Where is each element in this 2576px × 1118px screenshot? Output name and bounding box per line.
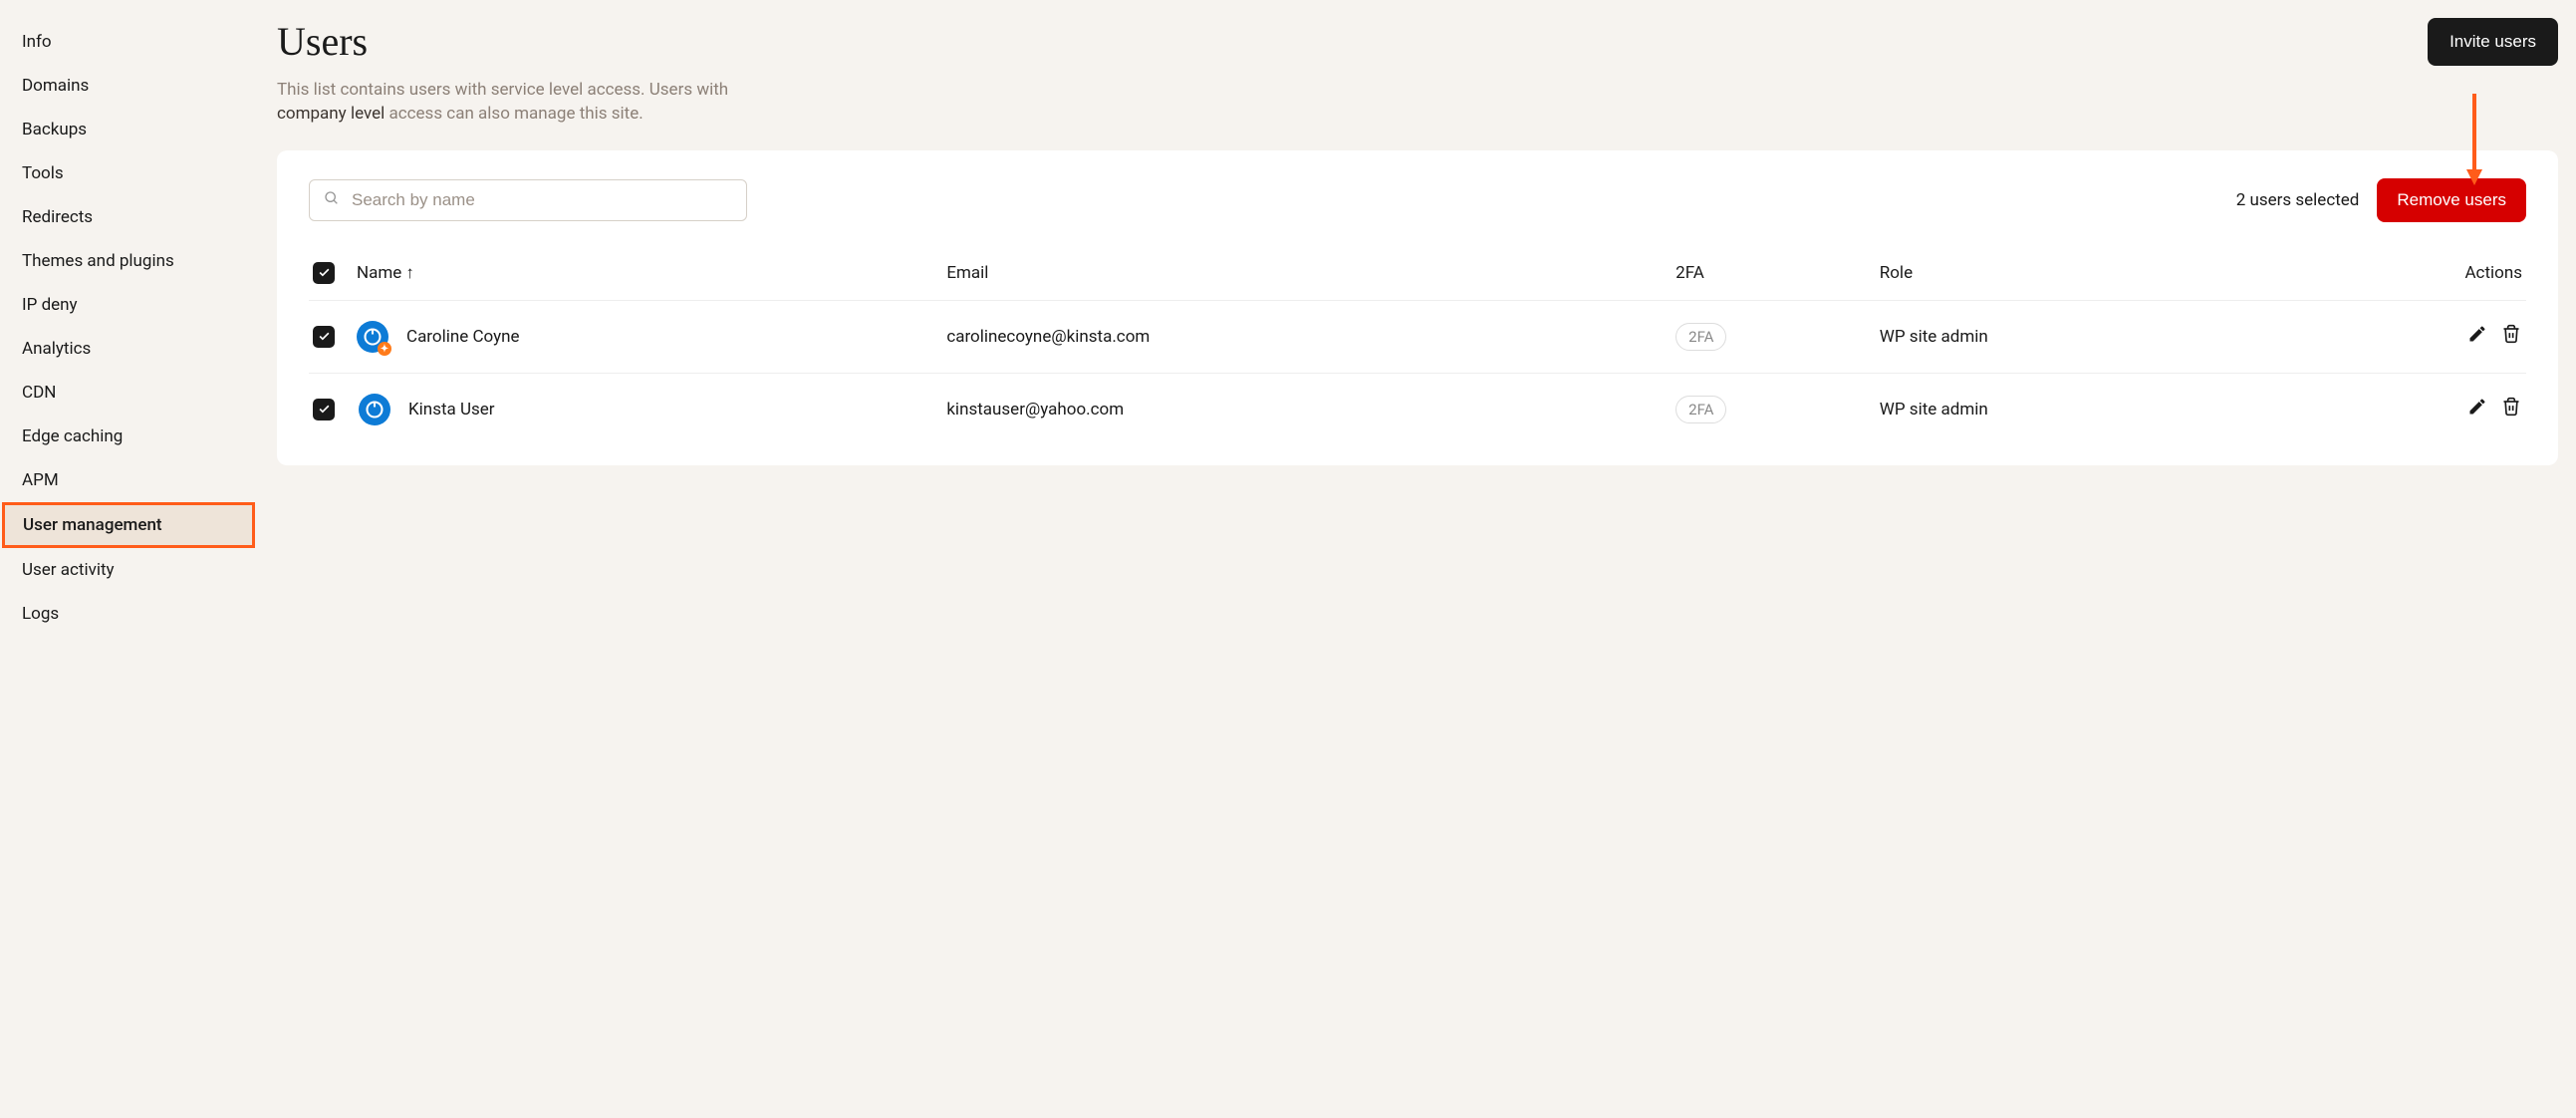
user-name: Caroline Coyne [406,327,520,347]
search-input[interactable] [352,190,732,210]
sort-ascending-icon: ↑ [405,263,414,283]
remove-users-button[interactable]: Remove users [2377,178,2526,222]
sidebar-item-analytics[interactable]: Analytics [0,327,259,371]
sidebar-item-domains[interactable]: Domains [0,64,259,108]
user-role: WP site admin [1876,374,2278,446]
table-row: ✦ Caroline Coyne carolinecoyne@kinsta.co… [309,301,2526,374]
trash-icon [2501,324,2521,349]
sidebar-item-themes-plugins[interactable]: Themes and plugins [0,239,259,283]
sidebar-item-redirects[interactable]: Redirects [0,195,259,239]
search-icon [324,190,352,210]
avatar: ✦ [357,321,388,353]
user-name: Kinsta User [408,400,495,419]
sidebar-item-edge-caching[interactable]: Edge caching [0,415,259,458]
sidebar-item-ip-deny[interactable]: IP deny [0,283,259,327]
column-header-email[interactable]: Email [942,248,1672,301]
delete-button[interactable] [2500,398,2522,419]
row-checkbox[interactable] [313,326,335,348]
sidebar-item-apm[interactable]: APM [0,458,259,502]
sidebar: Info Domains Backups Tools Redirects The… [0,0,259,1118]
selected-count: 2 users selected [2236,190,2360,210]
users-card: 2 users selected Remove users Name↑ Emai… [277,150,2558,466]
pencil-icon [2467,324,2487,349]
user-email: kinstauser@yahoo.com [942,374,1672,446]
twofa-badge: 2FA [1675,396,1726,423]
user-role: WP site admin [1876,301,2278,374]
select-all-checkbox[interactable] [313,262,335,284]
sidebar-item-tools[interactable]: Tools [0,151,259,195]
column-header-2fa[interactable]: 2FA [1672,248,1876,301]
twofa-badge: 2FA [1675,323,1726,351]
column-header-role[interactable]: Role [1876,248,2278,301]
main-content: Users This list contains users with serv… [259,0,2576,1118]
edit-button[interactable] [2466,398,2488,419]
users-table: Name↑ Email 2FA Role Actions [309,248,2526,446]
column-header-name[interactable]: Name↑ [353,248,942,301]
avatar-badge-icon: ✦ [378,342,391,356]
avatar [359,394,390,425]
sidebar-item-info[interactable]: Info [0,20,259,64]
column-header-actions: Actions [2278,248,2526,301]
delete-button[interactable] [2500,325,2522,347]
page-description: This list contains users with service le… [277,79,735,127]
row-checkbox[interactable] [313,399,335,420]
sidebar-item-logs[interactable]: Logs [0,592,259,636]
edit-button[interactable] [2466,325,2488,347]
trash-icon [2501,397,2521,421]
user-email: carolinecoyne@kinsta.com [942,301,1672,374]
search-field-wrap[interactable] [309,179,747,221]
pencil-icon [2467,397,2487,421]
sidebar-item-user-activity[interactable]: User activity [0,548,259,592]
sidebar-item-backups[interactable]: Backups [0,108,259,151]
table-row: Kinsta User kinstauser@yahoo.com 2FA WP … [309,374,2526,446]
page-title: Users [277,18,735,65]
sidebar-item-user-management[interactable]: User management [2,502,255,548]
invite-users-button[interactable]: Invite users [2428,18,2558,66]
sidebar-item-cdn[interactable]: CDN [0,371,259,415]
